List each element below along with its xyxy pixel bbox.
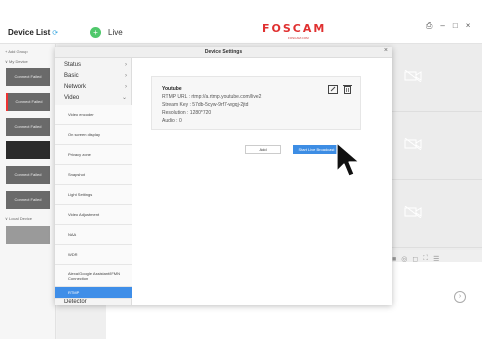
my-device-group[interactable]: ∨ My Device [5, 59, 28, 64]
edit-icon[interactable] [328, 85, 338, 94]
camera-off-icon [404, 138, 422, 150]
nav-sub-video-encoder[interactable]: Video encoder [55, 105, 132, 125]
chevron-right-icon: ⟳ [52, 30, 59, 37]
nav-basic[interactable]: Basic › [55, 71, 132, 82]
nav-detector-label: Detector [64, 299, 87, 305]
nav-status[interactable]: Status › [55, 60, 132, 71]
device-thumb[interactable]: Connect Failed [6, 166, 50, 184]
device-thumb[interactable]: Connect Failed [6, 191, 50, 209]
trash-icon[interactable] [343, 84, 352, 94]
stream-name: Youtube [162, 86, 182, 92]
rtmp-stream-card: Youtube RTMP URL : rtmp://a.rtmp.youtube… [151, 76, 361, 130]
stream-key-text: Stream Key : 57db-5cyw-9rf7-wgqj-2jtd [162, 102, 249, 108]
app-window: Device List ⟳ + Live FOSCAM FOSCAM.COM ⎙ … [0, 0, 482, 339]
close-window-button[interactable]: × [466, 21, 471, 31]
nav-sub-light-settings[interactable]: Light Settings [55, 185, 132, 205]
camera-cell[interactable] [388, 180, 482, 248]
next-circle-button[interactable]: › [454, 291, 466, 303]
window-controls: ⎙ – □ × [426, 21, 470, 31]
settings-nav: Status › Basic › Network › Video ⌄ Video enc… [55, 58, 132, 305]
nav-sub-snapshot[interactable]: Snapshot [55, 165, 132, 185]
device-thumb-live[interactable] [6, 141, 50, 159]
camera-off-icon [404, 70, 422, 82]
device-thumb[interactable] [6, 226, 50, 244]
device-thumb[interactable]: Connect Failed [6, 118, 50, 136]
nav-video-label: Video [64, 95, 80, 101]
device-list-title-text: Device List [8, 28, 51, 37]
nav-video[interactable]: Video ⌄ [55, 93, 132, 104]
device-thumb[interactable]: Connect Failed [6, 68, 50, 86]
add-button[interactable]: Add [245, 145, 281, 154]
camera-grid [388, 44, 482, 250]
brand-logo: FOSCAM [262, 22, 327, 35]
device-status-label: Connect Failed [14, 124, 42, 129]
nav-status-label: Status [64, 62, 82, 68]
chevron-down-icon: ⌄ [121, 95, 127, 101]
nav-sub-rtmp[interactable]: RTMP [55, 287, 132, 299]
live-tab[interactable]: Live [108, 28, 123, 37]
nav-network[interactable]: Network › [55, 82, 132, 93]
local-device-group[interactable]: ∨ Local Device [5, 216, 32, 221]
nav-detector[interactable]: Detector [55, 299, 132, 305]
camera-cell[interactable] [388, 112, 482, 180]
nav-sub-privacy-zone[interactable]: Privacy zone [55, 145, 132, 165]
nav-sub-on-screen-display[interactable]: On screen display [55, 125, 132, 145]
brand-logo-subtext: FOSCAM.COM [288, 36, 309, 40]
device-status-label: Connect Failed [14, 74, 42, 79]
audio-text: Audio : 0 [162, 118, 182, 124]
mouse-cursor-icon [336, 142, 360, 177]
resolution-text: Resolution : 1280*720 [162, 110, 212, 116]
device-list-title[interactable]: Device List ⟳ [8, 28, 58, 37]
add-device-icon[interactable]: + [90, 27, 101, 38]
device-thumb[interactable]: Connect Failed [6, 93, 50, 111]
device-status-label: Connect Failed [14, 172, 42, 177]
user-icon[interactable]: ⎙ [426, 21, 432, 31]
nav-sub-wdr[interactable]: WDR [55, 245, 132, 265]
nav-basic-label: Basic [64, 73, 79, 79]
nav-sub-assistant-connection[interactable]: Alexa/Google Assistant/IFMN Connection [55, 265, 132, 287]
title-bar: Device List ⟳ + Live FOSCAM FOSCAM.COM ⎙ … [0, 0, 482, 44]
nav-sub-naa[interactable]: NAA [55, 225, 132, 245]
dialog-close-button[interactable]: × [384, 47, 388, 54]
dialog-title: Device Settings [204, 49, 243, 55]
start-live-broadcast-button[interactable]: Start Live Broadcast [293, 145, 340, 154]
camera-off-icon [404, 206, 422, 218]
chevron-right-icon: › [125, 84, 127, 90]
device-panel: + Add Group ∨ My Device Connect Failed C… [0, 44, 56, 339]
maximize-button[interactable]: □ [453, 21, 458, 31]
add-group-link[interactable]: + Add Group [5, 49, 28, 54]
device-status-label: Connect Failed [14, 197, 42, 202]
chevron-right-icon: › [125, 73, 127, 79]
nav-network-label: Network [64, 84, 87, 90]
rtmp-url-text: RTMP URL : rtmp://a.rtmp.youtube.com/liv… [162, 94, 262, 100]
minimize-button[interactable]: – [440, 21, 444, 31]
nav-sub-video-adjustment[interactable]: Video Adjustment [55, 205, 132, 225]
dialog-header: Device Settings × [55, 47, 392, 58]
camera-cell[interactable] [388, 44, 482, 112]
chevron-right-icon: › [125, 62, 127, 68]
settings-content: Youtube RTMP URL : rtmp://a.rtmp.youtube… [133, 58, 392, 305]
device-status-label: Connect Failed [15, 99, 43, 104]
